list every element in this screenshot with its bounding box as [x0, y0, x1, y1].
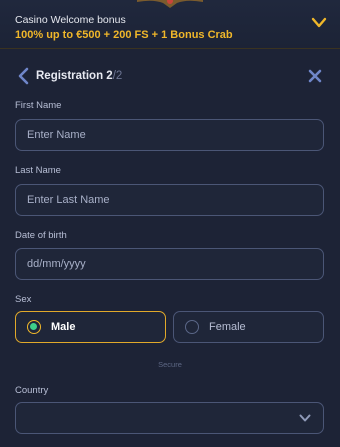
last-name-placeholder: Enter Last Name — [27, 194, 110, 206]
ornament-icon — [137, 0, 203, 8]
page-title-text: Registration 2 — [36, 70, 113, 82]
bonus-offer: 100% up to €500 + 200 FS + 1 Bonus Crab — [15, 29, 233, 41]
first-name-label: First Name — [15, 100, 62, 111]
page-title: Registration 2/2 — [36, 70, 122, 82]
secure-note: Secure — [158, 360, 182, 369]
sex-option-label: Male — [51, 321, 76, 333]
chevron-down-icon — [299, 414, 311, 422]
radio-unselected-icon — [185, 320, 199, 334]
dob-placeholder: dd/mm/yyyy — [27, 258, 86, 270]
dob-label: Date of birth — [15, 230, 67, 241]
first-name-placeholder: Enter Name — [27, 129, 86, 141]
registration-panel: Casino Welcome bonus 100% up to €500 + 2… — [0, 0, 340, 447]
last-name-input[interactable]: Enter Last Name — [15, 184, 324, 216]
close-icon[interactable] — [307, 68, 323, 84]
dob-input[interactable]: dd/mm/yyyy — [15, 248, 324, 280]
sex-option-female[interactable]: Female — [173, 311, 324, 343]
bonus-banner[interactable]: Casino Welcome bonus 100% up to €500 + 2… — [0, 0, 340, 49]
sex-option-male[interactable]: Male — [15, 311, 166, 343]
chevron-left-icon[interactable] — [16, 67, 30, 85]
step-total: /2 — [112, 70, 123, 82]
sex-label: Sex — [15, 294, 32, 305]
country-label: Country — [15, 385, 49, 396]
bonus-title: Casino Welcome bonus — [15, 14, 126, 26]
chevron-down-icon[interactable] — [311, 17, 327, 29]
country-select[interactable] — [15, 402, 324, 434]
radio-selected-icon — [27, 320, 41, 334]
first-name-input[interactable]: Enter Name — [15, 119, 324, 151]
registration-header: Registration 2/2 — [0, 64, 340, 90]
last-name-label: Last Name — [15, 165, 61, 176]
sex-option-label: Female — [209, 321, 246, 333]
